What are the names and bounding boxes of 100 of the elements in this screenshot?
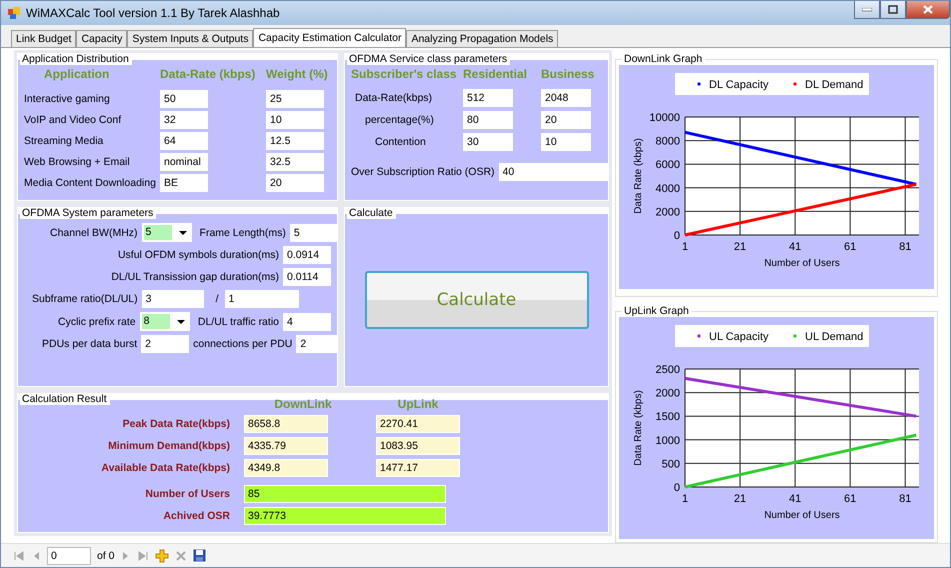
tab[interactable]: Link Budget (11, 30, 76, 47)
minimize-button[interactable] (854, 1, 880, 19)
text-field[interactable]: 5 (290, 224, 338, 242)
close-button[interactable] (906, 1, 950, 19)
text-field[interactable]: 1083.95 (376, 437, 460, 456)
field-label: PDUs per data burst (42, 338, 138, 350)
field-label: Cyclic prefix rate (58, 316, 136, 328)
text-field[interactable]: 1 (224, 290, 299, 308)
column-header: Subscriber's class (351, 67, 458, 82)
dropdown[interactable]: 8 (140, 312, 190, 332)
text-field[interactable]: 0.0914 (283, 246, 331, 264)
axis-title: Number of Users (764, 258, 840, 270)
tab[interactable]: Analyzing Propagation Models (406, 30, 558, 47)
legend-label: UL Capacity (709, 331, 769, 344)
column-header: DownLink (273, 397, 333, 412)
text-field[interactable]: 4349.8 (244, 459, 328, 478)
text-field[interactable]: 3 (142, 290, 204, 308)
text-field[interactable]: 32.5 (266, 153, 324, 172)
tick-label: 0 (674, 230, 680, 242)
column-header: Weight (%) (266, 67, 329, 82)
text-field[interactable]: 20 (266, 174, 324, 192)
tab[interactable]: Capacity (76, 30, 128, 47)
tick-label: 1 (682, 241, 688, 254)
field-label: connections per PDU (193, 338, 292, 350)
tick-label: 0 (674, 482, 680, 494)
column-header: Data-Rate (kbps) (160, 67, 256, 82)
last-button[interactable] (136, 550, 149, 562)
maximize-button[interactable] (880, 1, 906, 19)
text-field[interactable]: BE (160, 174, 208, 192)
legend-label: DL Capacity (709, 79, 769, 92)
tick-label: 81 (899, 241, 912, 254)
column-header: Application (43, 67, 110, 82)
text-field[interactable]: 10 (541, 133, 591, 152)
tick-label: 41 (789, 493, 802, 506)
field-label: DL/UL Transission gap duration(ms) (111, 271, 279, 284)
maximize-icon (888, 5, 898, 14)
tick-label: 61 (844, 493, 856, 506)
group-title: Calculation Result (20, 393, 110, 406)
text-field[interactable]: 1477.17 (376, 459, 460, 478)
group-title: OFDMA System parameters (20, 207, 156, 220)
text-field[interactable]: 39.7773 (244, 507, 446, 526)
tab[interactable]: System Inputs & Outputs (127, 30, 254, 47)
save-icon[interactable] (192, 549, 206, 562)
text-field[interactable]: 2270.41 (376, 415, 460, 434)
tick-label: 2500 (656, 364, 680, 376)
result-label: Peak Data Rate(kbps) (122, 418, 230, 430)
field-label: DL/UL traffic ratio (198, 316, 279, 328)
dropdown[interactable]: 5 (142, 223, 192, 242)
text-field[interactable]: 0.0114 (283, 268, 331, 286)
group-title: Application Distribution (20, 53, 132, 66)
field-label: Frame Length(ms) (200, 226, 286, 239)
tick-label: 10000 (649, 112, 680, 124)
tick-label: 2000 (656, 206, 680, 218)
field-label: Data-Rate(kbps) (355, 92, 432, 104)
group-title: Calculate (347, 207, 396, 220)
text-field[interactable]: 512 (463, 89, 513, 108)
text-field[interactable]: 64 (160, 132, 208, 150)
text-field[interactable]: 30 (463, 133, 513, 152)
text-field[interactable]: 4335.79 (244, 437, 328, 456)
text-field[interactable]: 25 (266, 90, 324, 108)
result-label: Minimum Demand(kbps) (107, 440, 230, 452)
minimize-icon (862, 8, 872, 12)
position-field[interactable]: 0 (47, 546, 91, 564)
field-label: Media Content Downloading (24, 177, 157, 190)
tick-label: 8000 (656, 136, 680, 148)
text-field[interactable]: 12.5 (266, 132, 324, 150)
text-field[interactable]: nominal (160, 153, 208, 172)
text-field[interactable]: 2048 (541, 89, 591, 108)
tick-label: 6000 (656, 159, 680, 172)
record-count: of 0 (97, 550, 115, 562)
text-field[interactable]: 8658.8 (244, 415, 328, 434)
field-label: percentage(%) (365, 114, 434, 126)
text-field[interactable]: 40 (498, 163, 609, 182)
text-field[interactable]: 4 (283, 312, 331, 331)
column-header: Business (541, 67, 596, 82)
column-header: UpLink (396, 397, 440, 412)
axis-title: Number of Users (764, 510, 840, 522)
axis-title: Data Rate (kbps) (633, 390, 644, 466)
tick-label: 4000 (656, 182, 680, 195)
field-label: Channel BW(MHz) (50, 226, 138, 239)
result-label: Available Data Rate(kbps) (100, 462, 230, 474)
tick-label: 41 (789, 241, 802, 254)
tick-label: 61 (844, 241, 856, 254)
text-field[interactable]: 20 (541, 111, 591, 130)
window-title: WiMAXCalc Tool version 1.1 By Tarek Alashhab (26, 6, 280, 20)
text-field[interactable]: 80 (463, 111, 513, 130)
delete-icon[interactable] (174, 550, 187, 562)
legend-label: DL Demand (805, 79, 864, 92)
text-field[interactable]: 50 (160, 90, 208, 108)
tick-label: 21 (734, 241, 746, 254)
add-icon[interactable] (154, 548, 169, 562)
tab[interactable]: Capacity Estimation Calculator (253, 28, 406, 47)
legend-label: UL Demand (805, 331, 864, 344)
text-field[interactable]: 10 (266, 111, 324, 130)
axis-title: Data Rate (kbps) (633, 138, 644, 214)
field-label: Contention (375, 136, 426, 148)
first-button[interactable] (13, 550, 25, 562)
text-field[interactable]: 32 (160, 111, 208, 130)
text-field[interactable]: 85 (244, 485, 446, 504)
text-field[interactable]: 2 (141, 335, 190, 354)
